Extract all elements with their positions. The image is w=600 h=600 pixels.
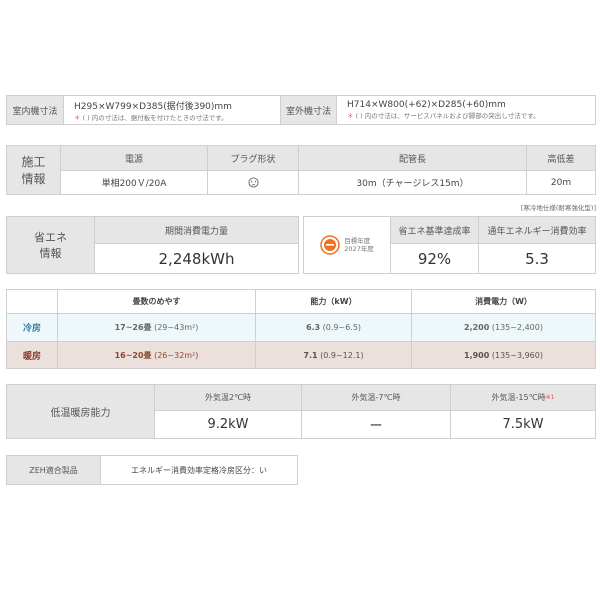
footnote-mark: ※1 <box>545 394 555 401</box>
cooling-tatami: 17~26畳 (29~43m²) <box>57 313 256 342</box>
power-value: 7.1 <box>303 350 318 360</box>
height-diff-value: 20m <box>526 170 596 195</box>
heating-capacity: 7.1 (0.9~12.1) <box>255 341 412 369</box>
power-value: 6.3 <box>305 323 321 332</box>
zeh-label: ZEH適合製品 <box>6 455 101 485</box>
heating-consumption: 1,900 (135~3,960) <box>411 341 596 369</box>
header-minus15c: 外気温-15℃時 ※1 <box>450 384 596 411</box>
header-height-diff: 高低差 <box>526 145 596 171</box>
indoor-dimensions-label: 室内機寸法 <box>6 95 64 125</box>
area-value: (26~32m²) <box>154 350 199 360</box>
outdoor-dimensions-cell: H714×W800(+62)×D285(+60)mm ＊ ( ) 内の寸法は、サ… <box>336 95 596 125</box>
outdoor-dimensions-label: 室外機寸法 <box>280 95 337 125</box>
cooling-capacity: 6.3 (0.9~6.5) <box>255 313 412 342</box>
label-line: 省エネ <box>34 231 67 244</box>
value-minus7c: ー <box>301 410 451 439</box>
zeh-value: エネルギー消費効率定格冷房区分：い <box>100 455 298 485</box>
energy-saving-e-icon <box>320 235 340 255</box>
header-minus7c: 外気温-7℃時 <box>301 384 451 411</box>
energy-label-logo: 目標年度 2027年度 <box>303 216 391 274</box>
consumption-range: (135~3,960) <box>491 350 543 360</box>
header-power-source: 電源 <box>60 145 208 171</box>
tatami-value: 16~20畳 <box>114 350 152 360</box>
header-apf: 通年エネルギー消費効率 <box>478 216 596 244</box>
low-temp-label: 低温暖房能力 <box>6 384 155 439</box>
install-info-label: 施工 情報 <box>6 145 61 195</box>
label-line: 情報 <box>39 247 62 260</box>
value-2c: 9.2kW <box>154 410 302 439</box>
header-2c: 外気温2℃時 <box>154 384 302 411</box>
header-tatami: 畳数のめやす <box>57 289 256 314</box>
header-achievement-rate: 省エネ基準達成率 <box>390 216 479 244</box>
power-source-value: 単相200Ｖ/20A <box>60 170 208 195</box>
indoor-dimensions-value: H295×W799×D385(据付後390)mm <box>74 101 232 112</box>
cooling-label: 冷房 <box>6 313 58 342</box>
area-value: (29~43m²) <box>154 323 199 332</box>
logo-text: 2027年度 <box>344 245 374 253</box>
note-mark: ＊ <box>347 112 354 120</box>
cooling-consumption: 2,200 (135~2,400) <box>411 313 596 342</box>
plug-outlet-icon <box>247 177 259 188</box>
value-minus15c: 7.5kW <box>450 410 596 439</box>
indoor-dimensions-note: ( ) 内の寸法は、据付板を付けたときの寸法です。 <box>82 113 228 122</box>
outdoor-dimensions-value: H714×W800(+62)×D285(+60)mm <box>347 100 506 110</box>
power-range: (0.9~12.1) <box>320 350 364 360</box>
label-line: 施工 <box>21 155 46 169</box>
achievement-rate-value: 92% <box>390 243 479 274</box>
label-line: 情報 <box>21 172 46 186</box>
energy-info-label: 省エネ 情報 <box>6 216 95 274</box>
header-period-consumption: 期間消費電力量 <box>94 216 299 244</box>
pipe-length-value: 30m（チャージレス15m） <box>298 170 527 195</box>
tatami-value: 17~26畳 <box>114 323 152 332</box>
indoor-dimensions-cell: H295×W799×D385(据付後390)mm ＊ ( ) 内の寸法は、据付板… <box>63 95 281 125</box>
heating-label: 暖房 <box>6 341 58 369</box>
consumption-value: 1,900 <box>464 350 490 360</box>
consumption-value: 2,200 <box>464 323 490 332</box>
period-consumption-value: 2,248kWh <box>94 243 299 274</box>
header-consumption: 消費電力（W） <box>411 289 596 314</box>
consumption-range: (135~2,400) <box>491 323 543 332</box>
header-capacity: 能力（kW） <box>255 289 412 314</box>
plug-cell <box>207 170 299 195</box>
header-empty <box>6 289 58 314</box>
header-pipe-length: 配管長 <box>298 145 527 171</box>
apf-value: 5.3 <box>478 243 596 274</box>
heating-tatami: 16~20畳 (26~32m²) <box>57 341 256 369</box>
power-range: (0.9~6.5) <box>322 323 362 332</box>
logo-text: 目標年度 <box>344 236 371 245</box>
header-text: 外気温-15℃時 <box>491 393 546 402</box>
header-plug-shape: プラグ形状 <box>207 145 299 171</box>
note-mark: ＊ <box>74 113 81 122</box>
outdoor-dimensions-note: ( ) 内の寸法は、サービスパネルおよび脚部の突出し寸法です。 <box>355 112 540 120</box>
spec-note: [寒冷地仕様(耐寒強化型)] <box>520 204 596 212</box>
